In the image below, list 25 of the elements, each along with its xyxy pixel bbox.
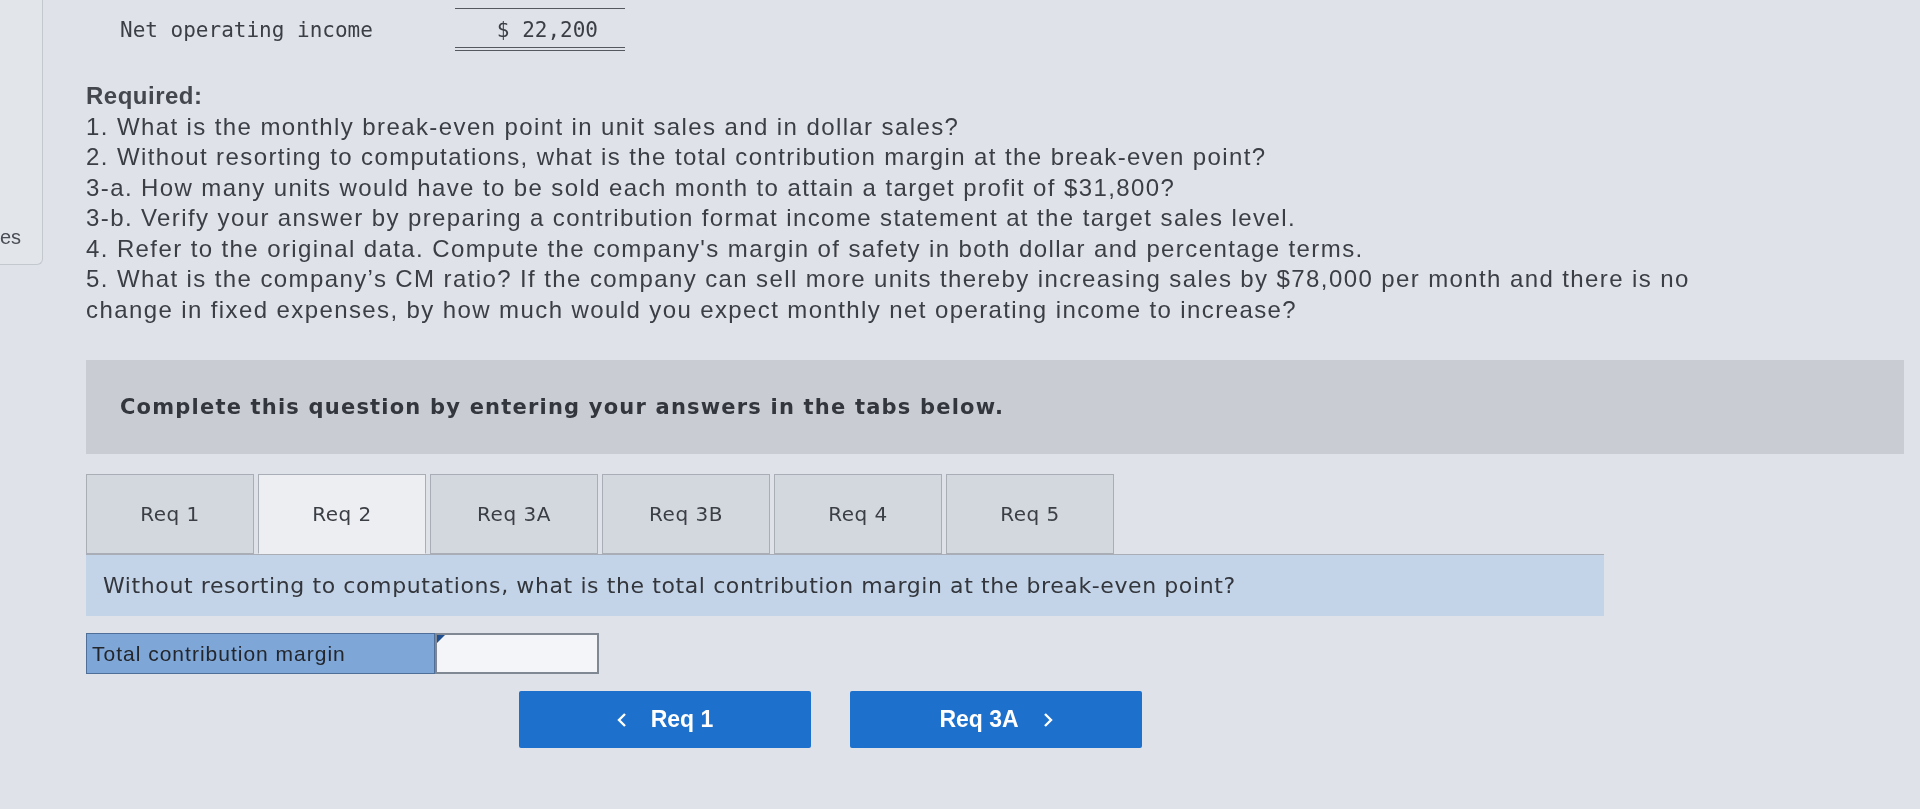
requirement-tab[interactable]: Req 1 <box>86 474 254 554</box>
requirement-tab[interactable]: Req 3A <box>430 474 598 554</box>
requirement-text: 4. Refer to the original data. Compute the company's margin of safety in both dollar and percentage terms. <box>86 233 1365 264</box>
question-text: Without resorting to computations, what is the total contribution margin at the break-even point? <box>103 573 1236 598</box>
chevron-left-icon <box>616 711 627 728</box>
requirement-text: 1. What is the monthly break-even point in unit sales and in dollar sales? <box>86 111 961 142</box>
statement-value: $ 22,200 <box>455 8 625 51</box>
requirement-tab[interactable]: Req 3B <box>602 474 770 554</box>
requirement-text: 2. Without resorting to computations, what is the total contribution margin at the break-even point? <box>86 142 1268 172</box>
requirement-text: 3-a. How many units would have to be sold each month to attain a target profit of $31,800? <box>86 172 1177 203</box>
requirement-tab[interactable]: Req 2 <box>258 474 426 554</box>
requirement-text: 5. What is the company’s CM ratio? If the company can sell more units thereby increasing sales by $78,000 per month and there is no change in fixed expenses, by how much would you expect monthly net operating income to increase? <box>86 264 1691 325</box>
required-heading: Required: <box>86 81 204 111</box>
instructions-text: Complete this question by entering your answers in the tabs below. <box>120 395 1005 419</box>
answer-label: Total contribution margin <box>86 633 435 674</box>
previous-button[interactable]: Req 1 <box>519 691 811 748</box>
next-button[interactable]: Req 3A <box>850 691 1142 748</box>
side-panel-text: es <box>0 225 22 249</box>
requirement-tab[interactable]: Req 4 <box>774 474 942 554</box>
chevron-right-icon <box>1042 711 1053 728</box>
triangle-icon <box>437 635 445 643</box>
requirement-text: 3-b. Verify your answer by preparing a contribution format income statement at the target sales level. <box>86 203 1297 233</box>
answer-input-field[interactable] <box>435 633 599 674</box>
statement-label: Net operating income <box>120 17 374 42</box>
requirement-tab[interactable]: Req 5 <box>946 474 1114 554</box>
